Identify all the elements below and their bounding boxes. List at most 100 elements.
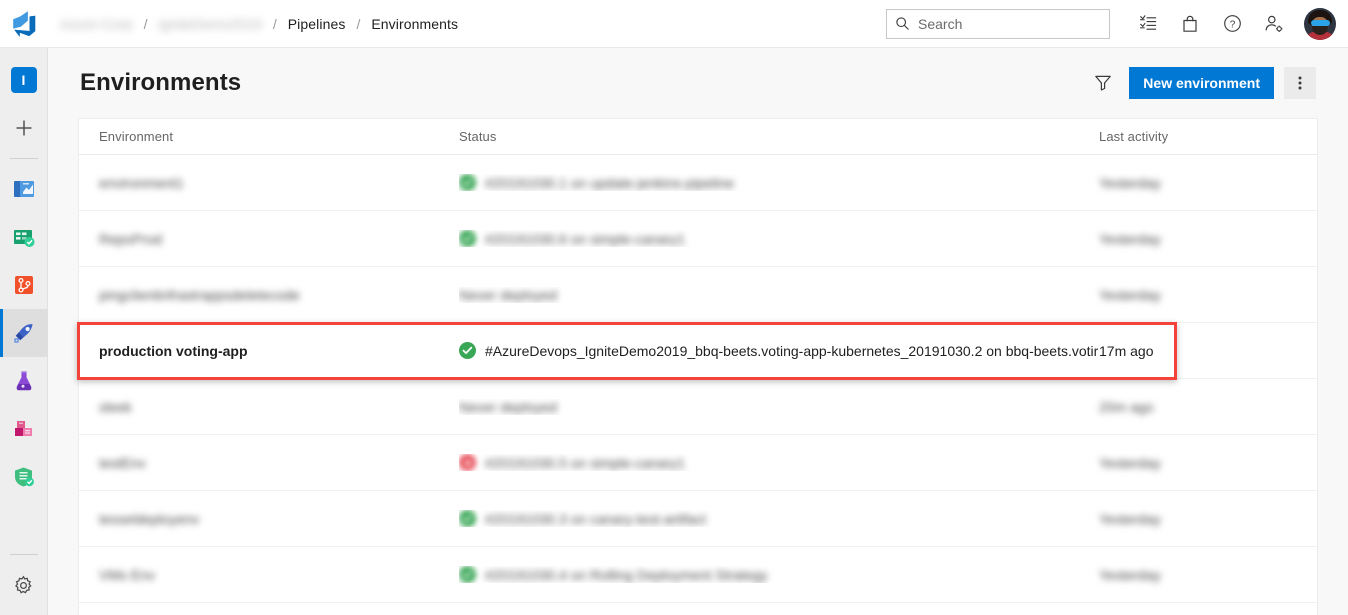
sidebar-item-project-badge[interactable]: I bbox=[0, 56, 48, 104]
cell-last-activity: 17m ago bbox=[1099, 343, 1279, 359]
breadcrumb-separator: / bbox=[356, 15, 361, 32]
breadcrumb-item-environments[interactable]: Environments bbox=[363, 16, 466, 32]
avatar-sunglasses bbox=[1310, 19, 1330, 26]
security-shield-icon bbox=[14, 467, 34, 487]
page-title: Environments bbox=[80, 69, 242, 96]
left-navigation-rail: I bbox=[0, 48, 48, 615]
table-row[interactable]: sleek Never deployed 20m ago bbox=[79, 379, 1317, 435]
last-activity-text: Yesterday bbox=[1099, 286, 1161, 303]
cell-environment[interactable]: sleek bbox=[99, 399, 459, 415]
table-row[interactable]: VMs Env #20191030.4 on Rolling Deployment… bbox=[79, 547, 1317, 603]
status-success-icon bbox=[459, 230, 476, 247]
status-text: #20191030.3 on canary-test-artifact bbox=[485, 510, 707, 527]
sidebar-item-repos[interactable] bbox=[0, 261, 48, 309]
sidebar-item-project-settings[interactable] bbox=[0, 561, 48, 609]
last-activity-text: Yesterday bbox=[1099, 230, 1161, 247]
cell-environment[interactable]: RepoProd bbox=[99, 231, 459, 247]
breadcrumb-separator: / bbox=[272, 15, 277, 32]
column-header-last-activity[interactable]: Last activity bbox=[1099, 129, 1279, 144]
sidebar-item-test-plans[interactable] bbox=[0, 357, 48, 405]
user-avatar[interactable] bbox=[1304, 7, 1336, 40]
rail-divider-bottom bbox=[9, 554, 38, 555]
cell-status[interactable]: Never deployed bbox=[459, 399, 1099, 415]
last-activity-text: Yesterday bbox=[1099, 454, 1161, 471]
status-success-icon bbox=[459, 566, 476, 583]
artifacts-icon bbox=[14, 421, 32, 436]
cell-status[interactable]: #20191030.1 on update-jenkins-pipeline bbox=[459, 174, 1099, 191]
status-text: #20191030.1 on update-jenkins-pipeline bbox=[485, 174, 735, 191]
rail-divider bbox=[9, 158, 38, 159]
more-options-button[interactable] bbox=[1284, 67, 1316, 99]
table-row[interactable]: testEnv #20191030.5 on simple-canary1 Yest… bbox=[79, 435, 1317, 491]
cell-status[interactable]: Never deployed bbox=[459, 287, 1099, 303]
topbar-icon-group: ? bbox=[1128, 4, 1348, 44]
cell-status[interactable]: #20191030.4 on Rolling Deployment Strate… bbox=[459, 566, 1099, 583]
cell-last-activity: Yesterday bbox=[1099, 287, 1279, 303]
top-navigation-bar: Azure-Corp / igniteDemo2019 / Pipelines … bbox=[0, 0, 1348, 48]
breadcrumb-item-pipelines[interactable]: Pipelines bbox=[280, 16, 354, 32]
page-header: Environments New environment bbox=[48, 48, 1348, 118]
breadcrumb-item-project[interactable]: igniteDemo2019 bbox=[150, 16, 269, 32]
help-circle-icon[interactable]: ? bbox=[1212, 4, 1252, 44]
status-text: Never deployed bbox=[459, 398, 558, 415]
sidebar-item-create-new[interactable] bbox=[0, 104, 48, 152]
task-list-icon[interactable] bbox=[1128, 4, 1168, 44]
column-header-status[interactable]: Status bbox=[459, 129, 1099, 144]
cell-status[interactable]: #20191030.6 on simple-canary1 bbox=[459, 230, 1099, 247]
breadcrumb-separator: / bbox=[143, 15, 148, 32]
cell-environment[interactable]: production voting-app bbox=[99, 343, 459, 359]
cell-last-activity: Yesterday bbox=[1099, 567, 1279, 583]
last-activity-text: Yesterday bbox=[1099, 566, 1161, 583]
sidebar-item-pipelines[interactable] bbox=[0, 309, 48, 357]
environment-name: tesseldeployenv bbox=[99, 510, 200, 527]
search-input[interactable]: Search bbox=[886, 8, 1110, 39]
table-header-row: Environment Status Last activity bbox=[79, 119, 1317, 155]
breadcrumb-item-organization[interactable]: Azure-Corp bbox=[52, 16, 141, 32]
azure-devops-logo-wrap[interactable] bbox=[0, 0, 48, 48]
azure-devops-logo bbox=[13, 10, 36, 37]
table-row[interactable]: pingclientinfrastrappsdeletecode Never de… bbox=[79, 267, 1317, 323]
user-settings-icon[interactable] bbox=[1254, 4, 1294, 44]
table-row[interactable]: environment1 #20191030.1 on update-jenkin… bbox=[79, 155, 1317, 211]
new-environment-button[interactable]: New environment bbox=[1129, 67, 1274, 99]
app-root: Azure-Corp / igniteDemo2019 / Pipelines … bbox=[0, 0, 1348, 615]
body-row: I Environments New environment Environme… bbox=[0, 48, 1348, 615]
cell-status[interactable]: #20191030.5 on simple-canary1 bbox=[459, 454, 1099, 471]
overview-icon bbox=[13, 181, 34, 197]
environment-name: sleek bbox=[99, 398, 132, 415]
marketplace-bag-icon[interactable] bbox=[1170, 4, 1210, 44]
sidebar-item-security[interactable] bbox=[0, 453, 48, 501]
environments-table: Environment Status Last activity environ… bbox=[78, 118, 1318, 615]
status-text: #20191030.6 on simple-canary1 bbox=[485, 230, 686, 247]
search-icon bbox=[896, 17, 909, 30]
last-activity-text: Yesterday bbox=[1099, 174, 1161, 191]
filter-funnel-icon[interactable] bbox=[1087, 67, 1119, 99]
table-row[interactable]: tesseldeployenv #20191030.3 on canary-tes… bbox=[79, 491, 1317, 547]
cell-environment[interactable]: VMs Env bbox=[99, 567, 459, 583]
pipelines-icon bbox=[13, 324, 32, 343]
svg-text:?: ? bbox=[1229, 20, 1235, 31]
last-activity-text: Yesterday bbox=[1099, 510, 1161, 527]
boards-icon bbox=[13, 230, 34, 247]
cell-environment[interactable]: tesseldeployenv bbox=[99, 511, 459, 527]
cell-status[interactable]: #20191030.3 on canary-test-artifact bbox=[459, 510, 1099, 527]
status-text: Never deployed bbox=[459, 286, 558, 303]
environment-name: RepoProd bbox=[99, 230, 163, 247]
table-row[interactable]: RepoProd #20191030.6 on simple-canary1 Yes… bbox=[79, 211, 1317, 267]
environment-name: VMs Env bbox=[99, 566, 156, 583]
last-activity-text: 17m ago bbox=[1099, 342, 1154, 359]
project-badge: I bbox=[10, 67, 37, 93]
repos-icon bbox=[14, 276, 33, 294]
table-row[interactable]: production voting-app #AzureDevops_Ignite… bbox=[79, 323, 1317, 379]
cell-environment[interactable]: testEnv bbox=[99, 455, 459, 471]
column-header-environment[interactable]: Environment bbox=[99, 129, 459, 144]
sidebar-item-boards[interactable] bbox=[0, 213, 48, 261]
cell-status[interactable]: #AzureDevops_IgniteDemo2019_bbq-beets.vo… bbox=[459, 342, 1099, 359]
sidebar-item-artifacts[interactable] bbox=[0, 405, 48, 453]
status-success-icon bbox=[459, 174, 476, 191]
cell-last-activity: Yesterday bbox=[1099, 511, 1279, 527]
cell-environment[interactable]: environment1 bbox=[99, 175, 459, 191]
cell-last-activity: Yesterday bbox=[1099, 231, 1279, 247]
sidebar-item-overview[interactable] bbox=[0, 165, 48, 213]
cell-environment[interactable]: pingclientinfrastrappsdeletecode bbox=[99, 287, 459, 303]
